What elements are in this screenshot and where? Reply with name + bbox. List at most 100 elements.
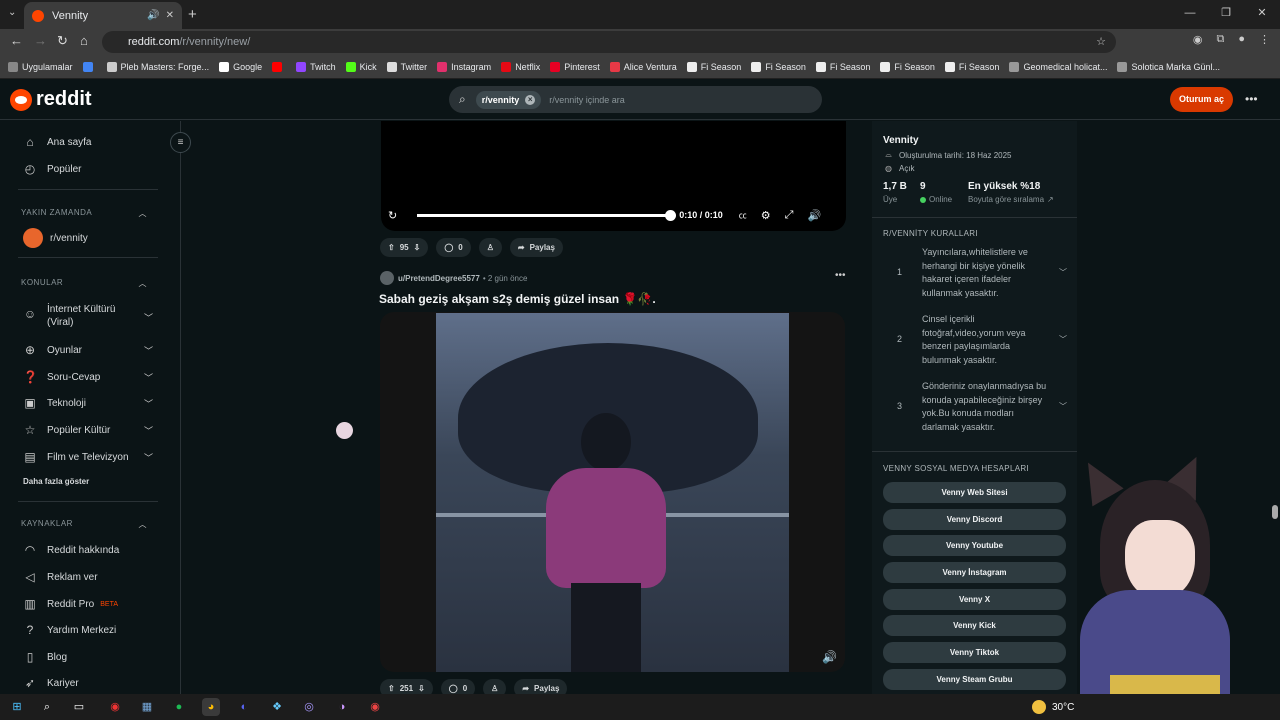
minimize-icon[interactable]: — [1172,0,1208,29]
sidebar-item-help[interactable]: ? Yardım Merkezi [23,623,153,637]
link-button-steam[interactable]: Venny Steam Grubu [883,669,1066,690]
captions-icon[interactable]: ㏄ [739,210,747,221]
url-field[interactable]: reddit.com/r/vennity/new/ ☆ [102,31,1116,53]
app-icon[interactable]: ◉ [106,698,124,716]
volume-icon[interactable]: 🔊 [822,650,837,664]
bookmark-item[interactable]: Google [219,61,262,72]
bookmark-star-icon[interactable]: ☆ [1096,31,1106,53]
link-button-youtube[interactable]: Venny Youtube [883,535,1066,556]
section-header-topics[interactable]: KONULAR ︿ [21,278,147,288]
bookmark-item[interactable]: Instagram [437,61,491,72]
task-view-icon[interactable]: ▭ [70,698,88,716]
weather-widget[interactable]: 30°C [1032,700,1074,714]
link-button-x[interactable]: Venny X [883,589,1066,610]
bookmark-item[interactable]: Twitch [296,61,336,72]
scrollbar-thumb[interactable] [1272,505,1278,519]
app-icon[interactable]: ◑ [333,698,351,716]
page-scrollbar[interactable] [1269,121,1280,694]
link-button-discord[interactable]: Venny Discord [883,509,1066,530]
search-scope-chip[interactable]: r/vennity × [475,90,542,109]
sidebar-item-home[interactable]: ⌂ Ana sayfa [23,135,153,149]
fullscreen-icon[interactable]: ⤢ [785,209,794,222]
post-author[interactable]: u/PretendDegree5577 [398,274,480,283]
bookmark-item[interactable]: Fi Season [751,61,806,72]
more-options-icon[interactable]: ••• [1245,92,1258,106]
comments-button[interactable]: ◯ 0 [436,238,471,257]
reload-icon[interactable]: ↻ [57,33,68,49]
close-window-icon[interactable]: ✕ [1244,0,1280,29]
section-header-recent[interactable]: YAKIN ZAMANDA ︿ [21,208,147,218]
rule-item[interactable]: 2 Cinsel içerikli fotoğraf,video,yorum v… [883,313,1068,367]
chrome-icon[interactable]: ◕ [202,698,220,716]
search-icon[interactable]: ⌕ [38,698,56,716]
bookmark-item[interactable] [272,61,286,72]
bookmark-item[interactable]: Twitter [386,61,427,72]
progress-knob[interactable] [665,209,677,221]
bookmark-item[interactable]: Netflix [501,61,540,72]
volume-icon[interactable]: 🔊 [807,209,821,222]
bookmark-item[interactable] [82,61,97,72]
reddit-logo[interactable]: reddit [10,88,92,111]
discord-icon[interactable]: ◐ [235,698,253,716]
profile-icon[interactable]: ● [1238,33,1245,46]
bookmark-item[interactable]: Solotica Marka Günl... [1117,61,1220,72]
sidebar-item-vennity[interactable]: r/vennity [23,228,153,248]
forward-icon[interactable]: → [34,33,47,48]
bookmark-item[interactable]: Uygulamalar [8,61,73,72]
obs-icon[interactable]: ◉ [366,698,384,716]
user-avatar[interactable] [380,271,394,285]
video-progress-bar[interactable] [417,209,677,221]
post-video[interactable]: 🔊 [380,312,845,672]
share-button[interactable]: ➦ Paylaş [509,238,563,257]
bookmark-item[interactable]: Pleb Masters: Forge... [106,61,209,72]
bookmark-item[interactable]: Pinterest [550,61,600,72]
back-icon[interactable]: ← [10,33,23,48]
clear-scope-icon[interactable]: × [525,94,536,105]
sidebar-item-blog[interactable]: ▯ Blog [23,650,153,664]
upvote-icon[interactable]: ⇧ [388,243,395,252]
rank-label[interactable]: Boyuta göre sıralama [968,195,1044,204]
audio-icon[interactable]: 🔊 [147,10,159,21]
post-options-icon[interactable]: ••• [835,270,846,281]
bookmark-item[interactable]: Fi Season [815,61,870,72]
search-bar[interactable]: ⌕ r/vennity × r/vennity içinde ara [449,86,822,113]
app-icon[interactable]: ❖ [268,698,286,716]
rule-item[interactable]: 3 Gönderiniz onaylanmadıysa bu konuda ya… [883,380,1068,434]
rule-item[interactable]: 1 Yayıncılara,whitelistlere ve herhangi … [883,246,1068,300]
calculator-icon[interactable]: ▦ [138,698,156,716]
link-button-tiktok[interactable]: Venny Tiktok [883,642,1066,663]
link-button-website[interactable]: Venny Web Sitesi [883,482,1066,503]
downvote-icon[interactable]: ⇩ [418,684,425,693]
sidebar-item-careers[interactable]: ➶ Kariyer [23,676,153,690]
bookmark-item[interactable]: Kick [345,61,377,72]
sidebar-item-about[interactable]: ◠ Reddit hakkında [23,543,153,557]
collapse-sidebar-icon[interactable]: ≡ [170,132,191,153]
sidebar-item-pro[interactable]: ▥ Reddit Pro BETA [23,597,153,611]
start-icon[interactable]: ⊞ [8,698,26,716]
sidebar-item-advertise[interactable]: ◁ Reklam ver [23,570,153,584]
menu-icon[interactable]: ⋮ [1259,33,1270,46]
login-button[interactable]: Oturum aç [1170,87,1233,112]
bookmark-item[interactable]: Geomedical holicat... [1009,61,1107,72]
sidebar-topic-internet[interactable]: ☺ İnternet Kültürü (Viral) ﹀ [23,303,153,329]
sidebar-topic-popculture[interactable]: ☆ Popüler Kültür ﹀ [23,423,153,437]
section-header-resources[interactable]: KAYNAKLAR ︿ [21,519,147,529]
sidebar-topic-film[interactable]: ▤ Film ve Televizyon ﹀ [23,450,153,464]
puzzle-icon[interactable]: ⧉ [1216,33,1224,46]
link-button-kick[interactable]: Venny Kick [883,615,1066,636]
bookmark-item[interactable]: Fi Season [686,61,741,72]
settings-gear-icon[interactable]: ⚙ [761,209,771,222]
bookmark-item[interactable]: Fi Season [880,61,935,72]
close-tab-icon[interactable]: ✕ [166,10,174,21]
show-more-button[interactable]: Daha fazla göster [23,477,153,486]
award-button[interactable]: ♙ [478,238,502,257]
home-icon[interactable]: ⌂ [80,33,88,48]
upvote-icon[interactable]: ⇧ [388,684,395,693]
sidebar-item-popular[interactable]: ◴ Popüler [23,162,153,176]
sidebar-topic-qa[interactable]: ❓ Soru-Cevap ﹀ [23,370,153,384]
app-icon[interactable]: ◎ [300,698,318,716]
replay-icon[interactable]: ↻ [388,209,397,222]
extension-icon[interactable]: ◉ [1193,33,1203,46]
link-button-instagram[interactable]: Venny İnstagram [883,562,1066,583]
spotify-icon[interactable]: ● [170,698,188,716]
